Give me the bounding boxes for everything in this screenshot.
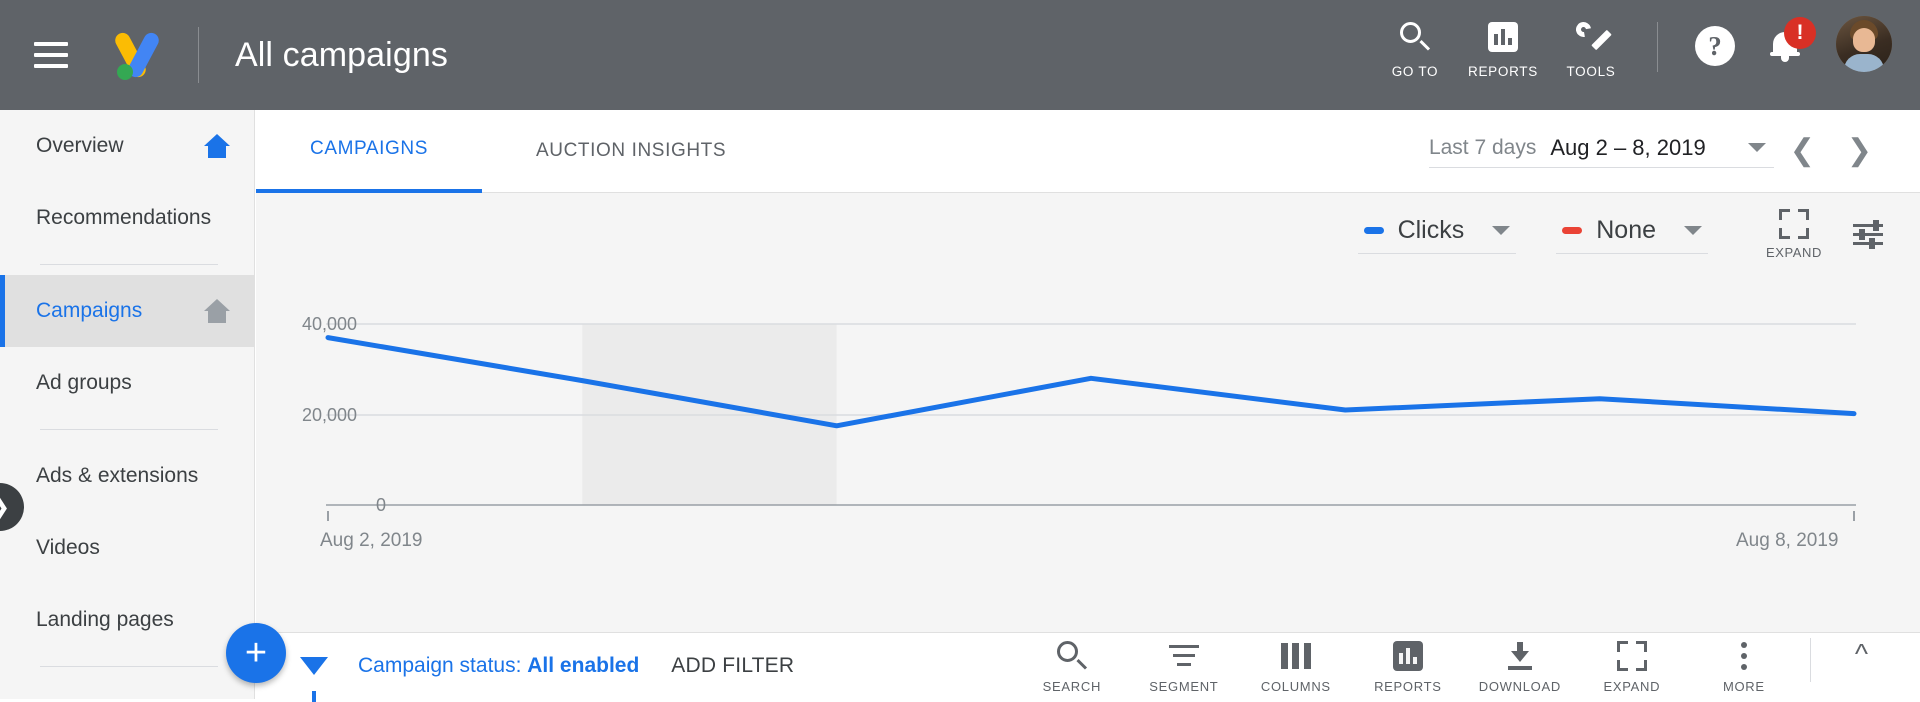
x-axis-start-label: Aug 2, 2019 (320, 530, 423, 551)
chevron-right-icon[interactable]: ❯ (1831, 136, 1888, 166)
chart-plot (325, 323, 1857, 521)
tab-campaigns[interactable]: CAMPAIGNS (256, 110, 483, 193)
bottom-toolbar: Campaign status: All enabled ADD FILTER … (256, 633, 1920, 702)
performance-chart: Clicks None EXPAND 40,000 20,000 0 Aug 2… (226, 193, 1920, 683)
toolbar-download-button[interactable]: DOWNLOAD (1464, 638, 1576, 694)
new-campaign-fab[interactable]: + (226, 623, 286, 683)
sidebar-item-ad-groups[interactable]: Ad groups (0, 347, 254, 419)
segment-icon (1168, 638, 1199, 674)
sidebar-item-recommendations[interactable]: Recommendations (0, 182, 254, 254)
date-range-selector: Last 7 days Aug 2 – 8, 2019 ❮ ❯ (1428, 134, 1920, 168)
header-item-tools-label: TOOLS (1566, 64, 1616, 79)
add-filter-button[interactable]: ADD FILTER (671, 654, 794, 678)
home-icon (204, 134, 230, 158)
help-icon: ? (1695, 26, 1735, 66)
plus-icon: + (244, 631, 268, 674)
chevron-up-icon[interactable]: ^ (1821, 638, 1902, 670)
tab-bar: CAMPAIGNS AUCTION INSIGHTS Last 7 days A… (256, 110, 1920, 193)
toolbar-search-label: SEARCH (1042, 679, 1102, 694)
header-divider (198, 27, 199, 83)
toolbar-more-button[interactable]: MORE (1688, 638, 1800, 694)
header-separator (1657, 22, 1658, 72)
main-panel: CAMPAIGNS AUCTION INSIGHTS Last 7 days A… (226, 110, 1920, 702)
clicks-line-series (325, 335, 1857, 429)
sidebar-item-ads-extensions-label: Ads & extensions (36, 464, 199, 487)
header-item-reports[interactable]: REPORTS (1459, 16, 1547, 79)
header-item-go-to[interactable]: GO TO (1371, 16, 1459, 79)
toolbar-reports-button[interactable]: REPORTS (1352, 638, 1464, 694)
toolbar-segment-label: SEGMENT (1149, 679, 1219, 694)
sidebar-item-landing-pages[interactable]: Landing pages (0, 584, 254, 656)
avatar[interactable] (1836, 16, 1892, 72)
filter-chip-value: All enabled (527, 654, 640, 677)
header-item-tools[interactable]: TOOLS (1547, 16, 1635, 79)
sidebar-divider (40, 264, 218, 265)
y-tick-20000: 20,000 (302, 405, 358, 425)
caret-down-icon (1747, 143, 1766, 152)
home-icon (204, 299, 230, 323)
sidebar-item-overview[interactable]: Overview (0, 110, 254, 182)
header-item-go-to-label: GO TO (1391, 64, 1439, 79)
sidebar-item-recommendations-label: Recommendations (36, 206, 212, 229)
filter-chip-prefix: Campaign status: (358, 654, 528, 677)
date-range-preset: Last 7 days (1428, 135, 1537, 159)
sidebar-item-ads-extensions[interactable]: Ads & extensions (0, 440, 254, 512)
notification-badge: ! (1784, 17, 1816, 49)
sidebar-item-ad-groups-label: Ad groups (36, 371, 132, 394)
header-item-reports-label: REPORTS (1468, 64, 1538, 79)
sidebar-divider (40, 429, 218, 430)
y-tick-40000: 40,000 (302, 314, 358, 334)
app-header: All campaigns GO TO REPORTS TOOLS ? ! (0, 0, 1920, 110)
chevron-left-icon[interactable]: ❮ (1774, 136, 1831, 166)
filter-chip-campaign-status[interactable]: Campaign status: All enabled (358, 654, 639, 678)
toolbar-download-label: DOWNLOAD (1478, 679, 1561, 694)
y-tick-0: 0 (376, 495, 387, 515)
toolbar-expand-label: EXPAND (1603, 679, 1661, 694)
date-range-value: Aug 2 – 8, 2019 (1550, 134, 1706, 160)
toolbar-reports-label: REPORTS (1374, 679, 1442, 694)
toolbar-columns-label: COLUMNS (1260, 679, 1331, 694)
toolbar-columns-button[interactable]: COLUMNS (1240, 638, 1352, 694)
filter-funnel-icon[interactable] (300, 657, 328, 702)
tab-auction-insights[interactable]: AUCTION INSIGHTS (482, 110, 780, 193)
sidebar-item-overview-label: Overview (36, 134, 124, 157)
download-icon (1506, 638, 1534, 674)
toolbar-segment-button[interactable]: SEGMENT (1128, 638, 1240, 694)
search-icon (1056, 638, 1087, 674)
sidebar-item-campaigns-label: Campaigns (36, 299, 143, 322)
expand-icon (1616, 638, 1647, 674)
google-ads-logo-icon (110, 27, 166, 83)
sidebar-item-videos[interactable]: Videos (0, 512, 254, 584)
x-axis-end-label: Aug 8, 2019 (1736, 530, 1839, 551)
sidebar-item-videos-label: Videos (36, 536, 100, 559)
page-title: All campaigns (235, 35, 448, 74)
sidebar-item-landing-pages-label: Landing pages (36, 608, 174, 631)
toolbar-actions: SEARCH SEGMENT COLUMNS REPORTS DOWNLOAD … (1016, 638, 1920, 694)
sidebar-item-campaigns[interactable]: Campaigns (0, 275, 254, 347)
wrench-icon (1573, 16, 1612, 58)
sidebar: Overview Recommendations Campaigns Ad gr… (0, 110, 255, 699)
bar-chart-icon (1392, 638, 1423, 674)
toolbar-search-button[interactable]: SEARCH (1016, 638, 1128, 694)
help-button[interactable]: ? (1680, 16, 1750, 76)
columns-icon (1280, 638, 1311, 674)
toolbar-separator (1809, 638, 1811, 682)
more-vertical-icon (1740, 638, 1748, 674)
notifications-button[interactable]: ! (1750, 16, 1820, 76)
date-range-button[interactable]: Last 7 days Aug 2 – 8, 2019 (1428, 134, 1774, 168)
toolbar-more-label: MORE (1722, 679, 1765, 694)
toolbar-expand-button[interactable]: EXPAND (1576, 638, 1688, 694)
search-icon (1400, 16, 1431, 58)
bar-chart-icon (1488, 16, 1518, 58)
sidebar-divider (40, 666, 218, 667)
hamburger-menu-icon[interactable] (34, 42, 68, 68)
header-actions: GO TO REPORTS TOOLS ? ! (1371, 0, 1920, 110)
